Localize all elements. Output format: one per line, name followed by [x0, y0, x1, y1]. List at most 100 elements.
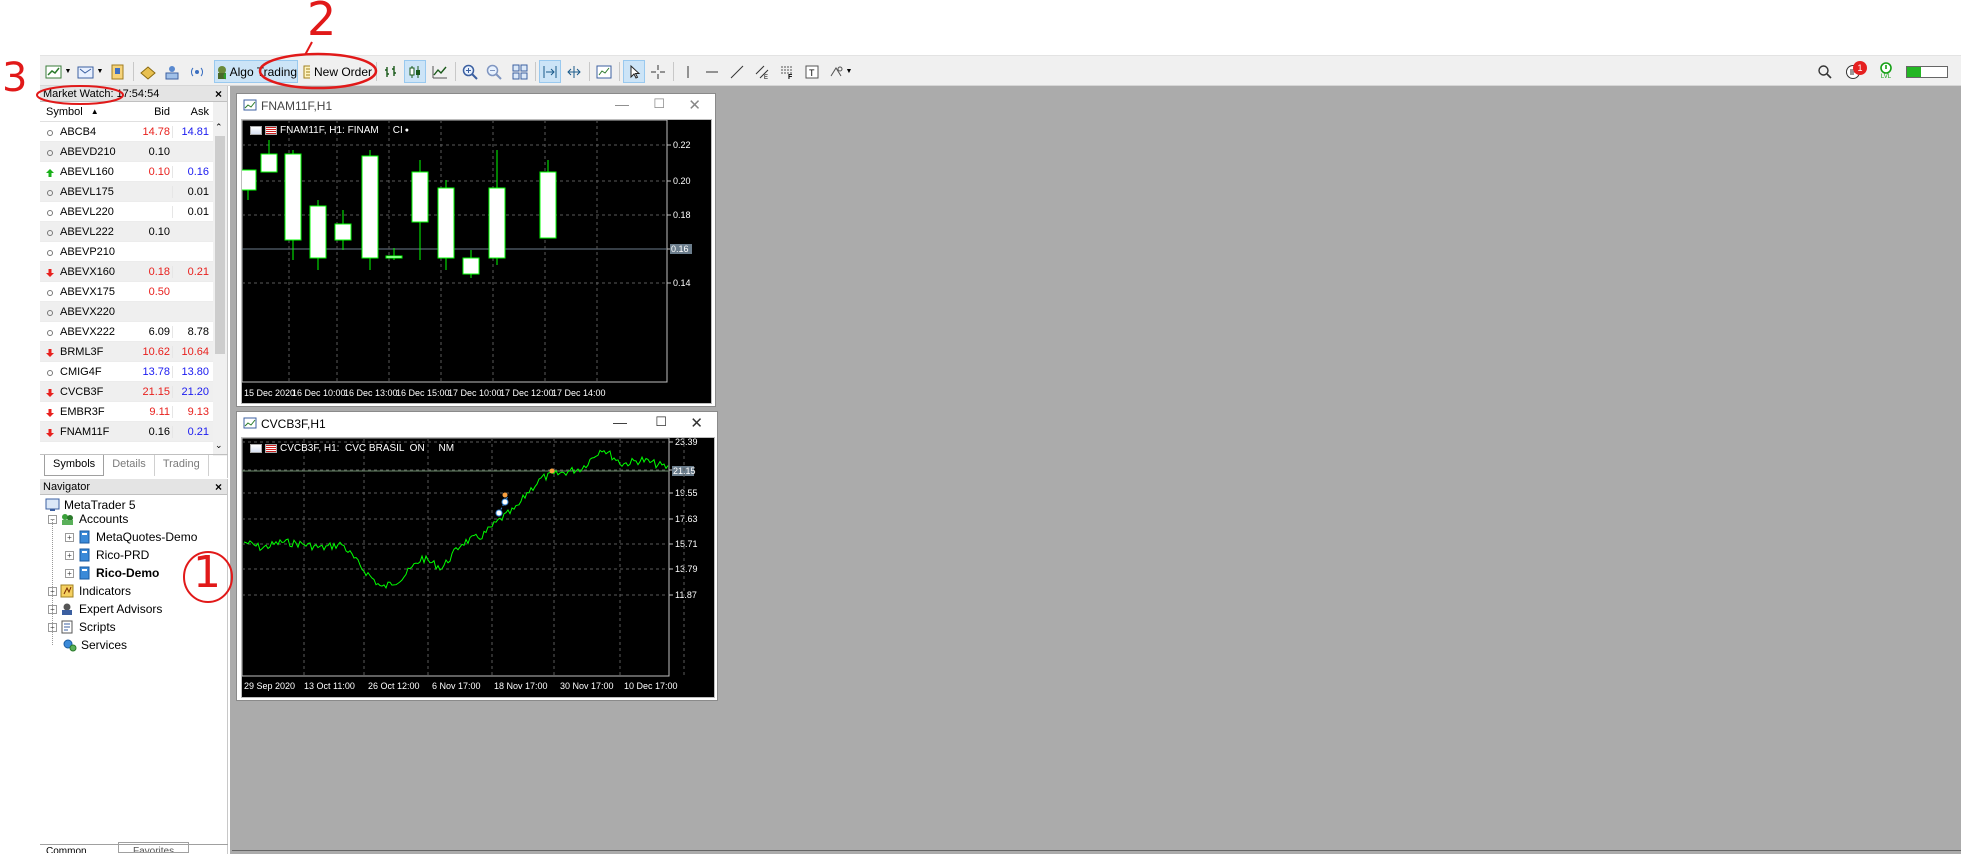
line-chart-icon[interactable]: [429, 60, 451, 83]
column-ask[interactable]: Ask: [172, 106, 212, 118]
tab-symbols[interactable]: Symbols: [44, 455, 105, 476]
nav-scripts[interactable]: + Scripts: [48, 618, 116, 636]
market-watch-close-icon[interactable]: ×: [215, 87, 222, 101]
scroll-thumb[interactable]: [215, 136, 225, 354]
time-axis-label: 16 Dec 13:00: [344, 388, 398, 398]
notification-badge: 1: [1853, 61, 1867, 75]
expand-icon[interactable]: +: [65, 550, 74, 560]
scroll-down-icon[interactable]: ⌄: [215, 440, 223, 451]
navigator-icon[interactable]: [161, 60, 183, 83]
expand-icon[interactable]: +: [65, 568, 74, 578]
new-order-icon: [303, 65, 310, 78]
market-watch-row[interactable]: FNAM11F 0.16 0.21: [40, 422, 227, 442]
templates-icon[interactable]: [593, 60, 615, 83]
shapes-menu-icon[interactable]: ▼: [826, 60, 854, 83]
tab-common[interactable]: Common: [46, 844, 87, 853]
market-watch-scrollbar[interactable]: ⌃ ⌄: [213, 102, 227, 456]
scroll-up-icon[interactable]: ⌃: [215, 122, 223, 133]
market-watch-row[interactable]: ABEVX222 6.09 8.78: [40, 322, 227, 342]
top-blank-area: [0, 0, 1961, 55]
close-icon[interactable]: ✕: [690, 414, 703, 432]
market-watch-row[interactable]: ABCB4 14.78 14.81: [40, 122, 227, 142]
navigator-close-icon[interactable]: ×: [215, 480, 222, 494]
nav-accounts[interactable]: − Accounts: [48, 510, 128, 528]
fibonacci-icon[interactable]: F: [776, 60, 798, 83]
chart-window-title: FNAM11F,H1: [261, 99, 333, 113]
expand-icon[interactable]: +: [65, 532, 74, 542]
chart-shift-icon[interactable]: [563, 60, 585, 83]
chart-window-fnam11f[interactable]: FNAM11F,H1 — ☐ ✕ 0.22 0.20 0.18 0.16 0.14 15 …: [236, 93, 716, 407]
maximize-icon[interactable]: ☐: [653, 96, 665, 112]
autoscroll-icon[interactable]: [539, 60, 561, 83]
nav-account-rico-prd[interactable]: + Rico-PRD: [65, 546, 149, 564]
chart-window-title: CVCB3F,H1: [261, 417, 326, 431]
services-icon: [62, 638, 77, 652]
minimize-icon[interactable]: —: [613, 414, 627, 430]
market-watch-row[interactable]: ABEVX160 0.18 0.21: [40, 262, 227, 282]
market-watch-row[interactable]: ABEVX175 0.50: [40, 282, 227, 302]
candle-body: [462, 257, 480, 275]
ask-value: 0.16: [172, 165, 212, 178]
market-watch-row[interactable]: ABEVP210: [40, 242, 227, 262]
minimize-icon[interactable]: —: [615, 96, 629, 112]
market-watch-row[interactable]: ABEVX220: [40, 302, 227, 322]
indicators-icon: [60, 584, 75, 598]
market-watch-row[interactable]: ABEVL220 0.01: [40, 202, 227, 222]
market-watch-row[interactable]: ABEVL222 0.10: [40, 222, 227, 242]
trendline-icon[interactable]: [726, 60, 748, 83]
chart-window-cvcb3f[interactable]: CVCB3F,H1 — ☐ ✕ 23.3921.1519.5517.6315.7…: [236, 411, 718, 701]
tab-favorites[interactable]: Favorites: [118, 842, 190, 853]
svg-text:T: T: [809, 68, 815, 78]
chart-window-title-bar[interactable]: CVCB3F,H1 — ☐ ✕: [237, 412, 717, 436]
candlesticks-icon[interactable]: [404, 60, 426, 83]
algo-trading-button[interactable]: Algo Trading: [214, 60, 298, 83]
time-axis-label: 13 Oct 11:00: [304, 681, 355, 691]
new-chart-icon[interactable]: ▼: [44, 60, 72, 83]
market-watch-row[interactable]: EMBR3F 9.11 9.13: [40, 402, 227, 422]
column-symbol[interactable]: Symbol ▲: [40, 106, 130, 118]
crosshair-icon[interactable]: [647, 60, 669, 83]
bar-chart-icon[interactable]: [380, 60, 402, 83]
nav-expert-advisors[interactable]: + Expert Advisors: [48, 600, 162, 618]
chart-label-text: CVCB3F, H1: CVC BRASIL ON NM: [280, 443, 455, 454]
market-watch-row[interactable]: CVCB3F 21.15 21.20: [40, 382, 227, 402]
market-watch-icon[interactable]: [107, 60, 129, 83]
tab-details[interactable]: Details: [104, 455, 155, 476]
market-watch-row[interactable]: ABEVL175 0.01: [40, 182, 227, 202]
market-watch-row[interactable]: CMIG4F 13.78 13.80: [40, 362, 227, 382]
profiles-icon[interactable]: ▼: [76, 60, 104, 83]
notifications-button[interactable]: 1: [1838, 60, 1868, 83]
search-icon[interactable]: [1814, 60, 1836, 83]
maximize-icon[interactable]: ☐: [655, 414, 667, 430]
vertical-line-icon[interactable]: [677, 60, 699, 83]
chart-window-title-bar[interactable]: FNAM11F,H1 — ☐ ✕: [237, 94, 715, 118]
tab-trading[interactable]: Trading: [155, 455, 209, 476]
signals-icon[interactable]: [186, 60, 208, 83]
close-icon[interactable]: ✕: [688, 96, 701, 114]
vps-status[interactable]: LVL: [1874, 60, 1898, 83]
symbol-name: FNAM11F: [60, 425, 110, 438]
horizontal-line-icon[interactable]: [701, 60, 723, 83]
cursor-icon[interactable]: [623, 60, 645, 83]
market-watch-row[interactable]: BRML3F 10.62 10.64: [40, 342, 227, 362]
algo-trading-icon: [218, 65, 226, 79]
tile-windows-icon[interactable]: [509, 60, 531, 83]
ask-value: 0.21: [172, 265, 212, 278]
text-label-icon[interactable]: T: [801, 60, 823, 83]
new-order-button[interactable]: New Order: [302, 60, 372, 83]
column-bid[interactable]: Bid: [130, 106, 172, 118]
market-watch-row[interactable]: ABEVL160 0.10 0.16: [40, 162, 227, 182]
nav-services[interactable]: Services: [62, 636, 127, 654]
zoom-in-icon[interactable]: [459, 60, 481, 83]
chart-canvas-1[interactable]: 0.22 0.20 0.18 0.16 0.14 15 Dec 2020 16 Dec 10…: [239, 119, 712, 404]
bid-value: 0.50: [148, 285, 170, 298]
market-watch-row[interactable]: ABEVD210 0.10: [40, 142, 227, 162]
zoom-out-icon[interactable]: [483, 60, 505, 83]
nav-account-metaquotes-demo[interactable]: + MetaQuotes-Demo: [65, 528, 197, 546]
chart-canvas-2[interactable]: 23.3921.1519.5517.6315.7113.7911.8729 Se…: [241, 437, 715, 698]
equidistant-channel-icon[interactable]: E: [751, 60, 773, 83]
nav-account-rico-demo[interactable]: + Rico-Demo: [65, 564, 159, 582]
symbol-name: ABEVX222: [60, 325, 116, 338]
nav-indicators[interactable]: + Indicators: [48, 582, 131, 600]
data-window-icon[interactable]: [137, 60, 159, 83]
